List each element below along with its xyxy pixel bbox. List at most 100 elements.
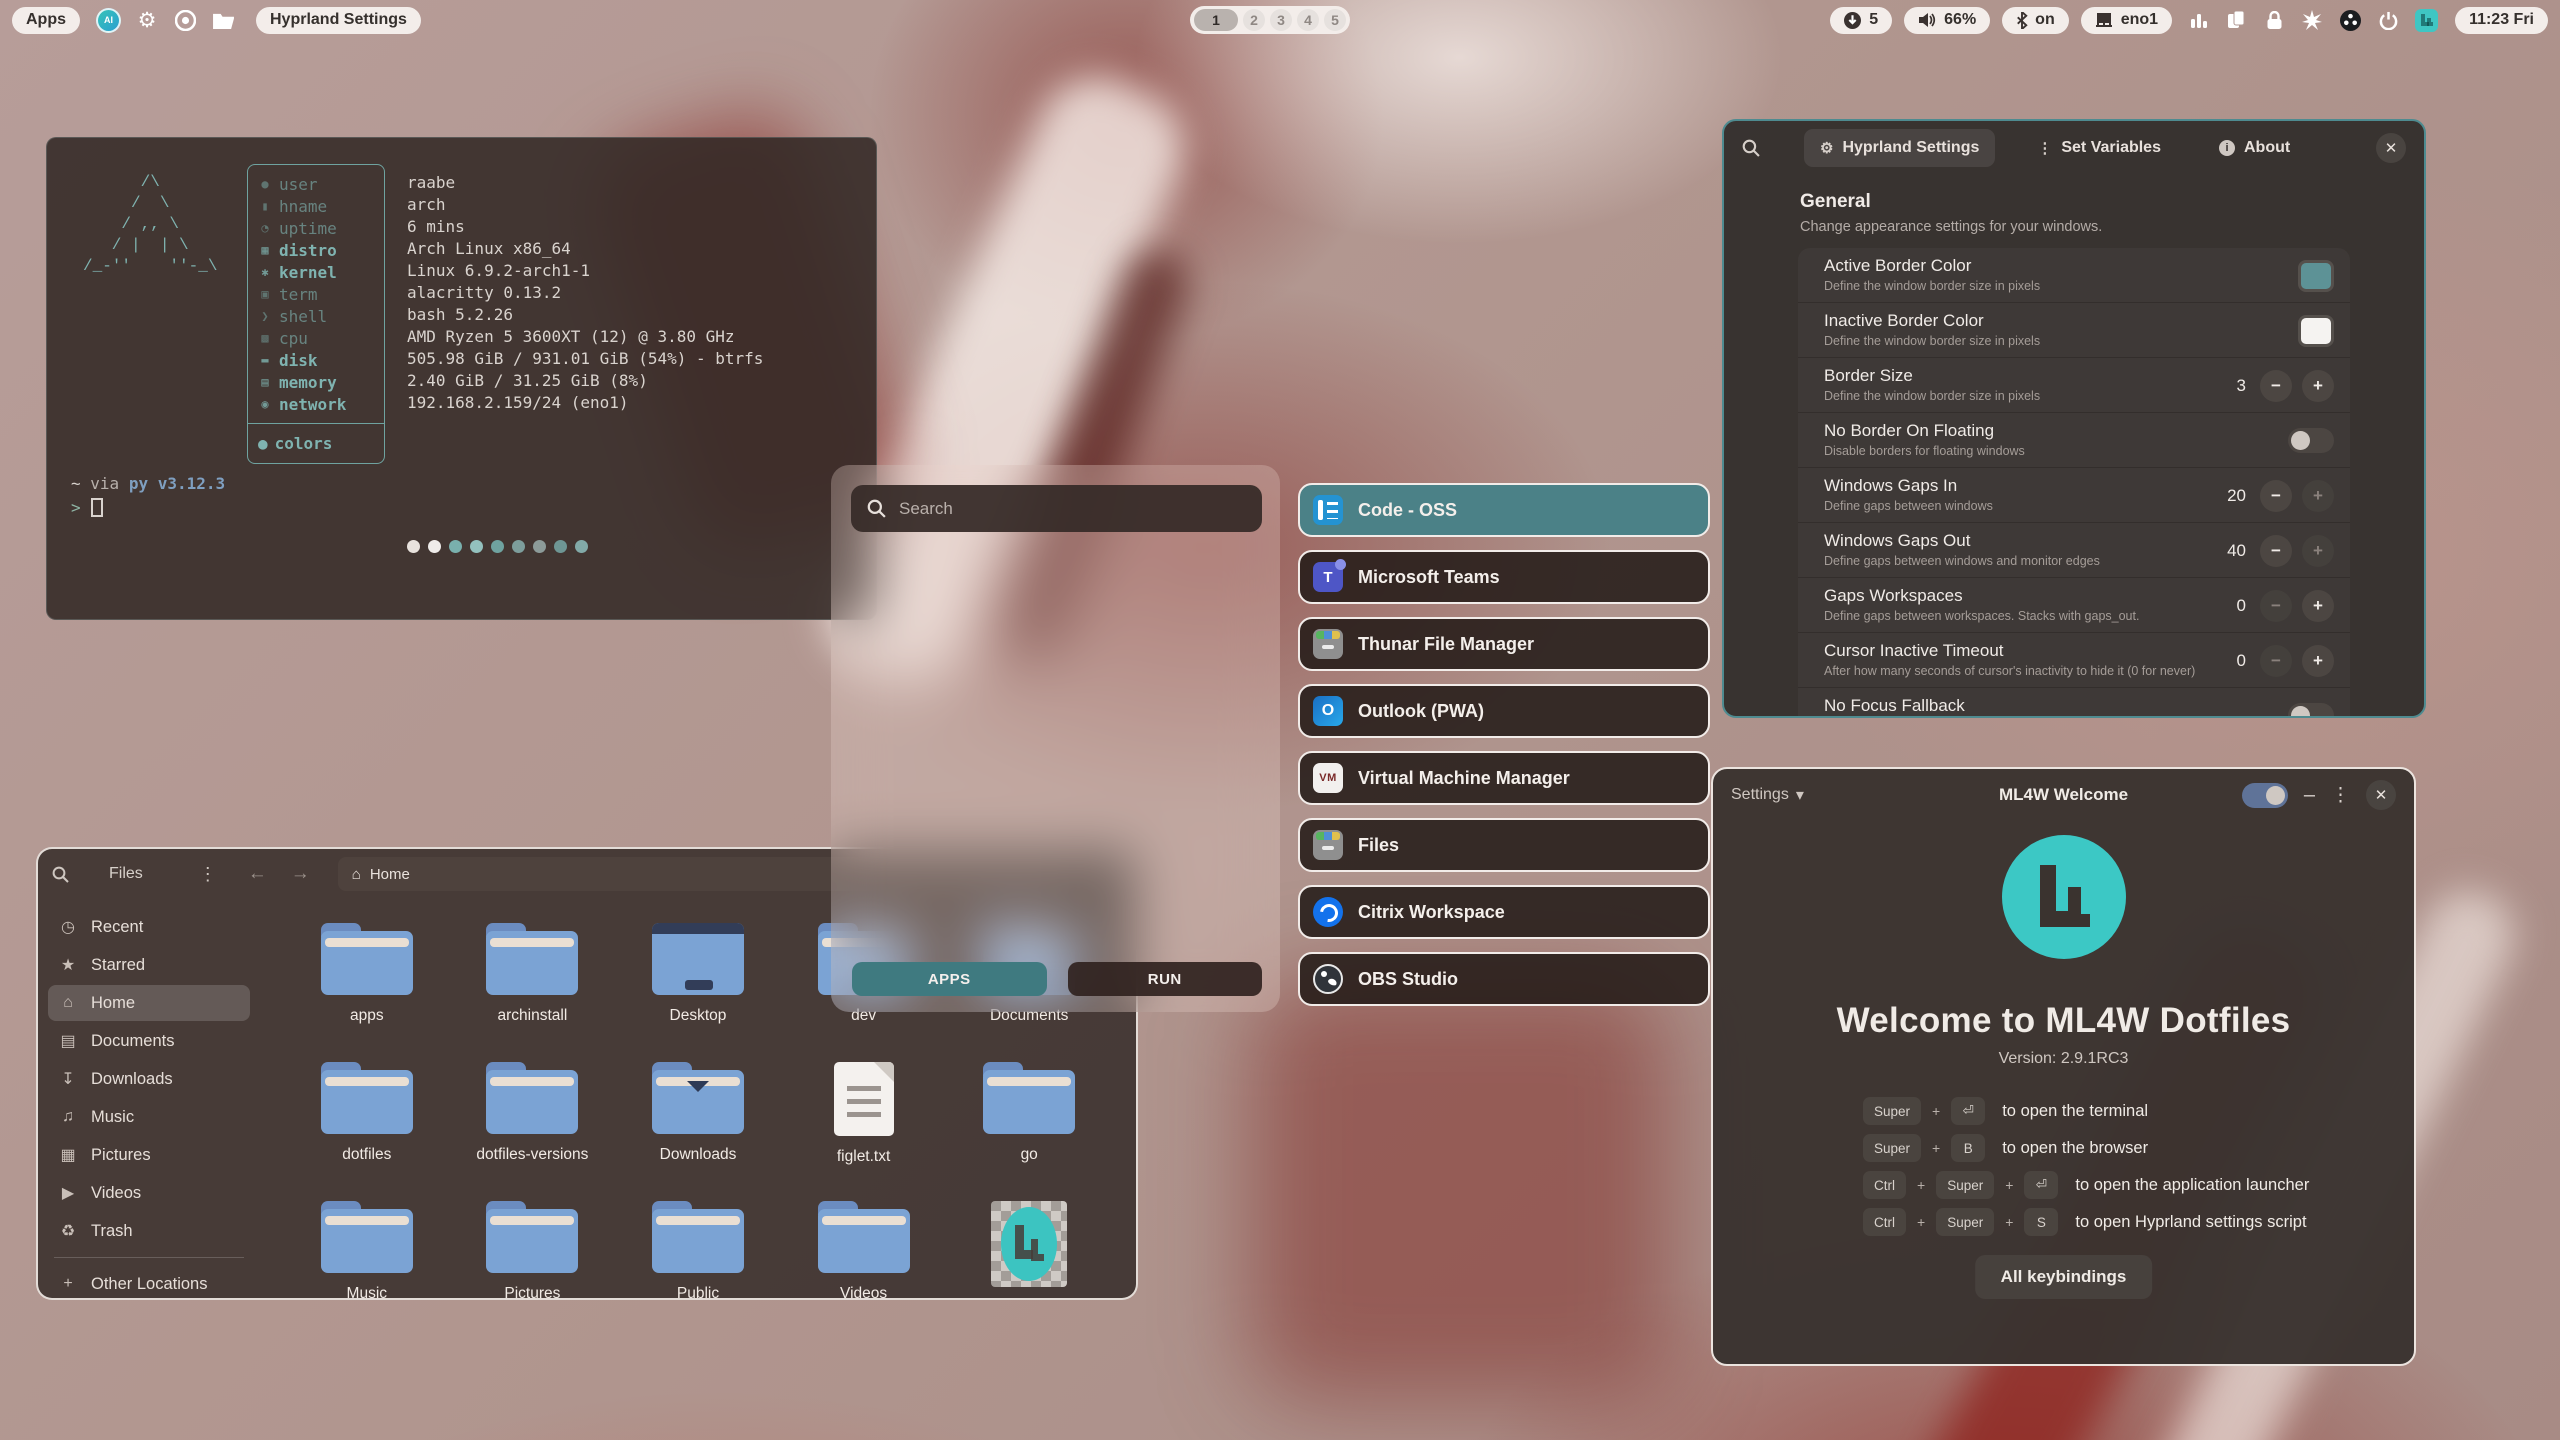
increase-button[interactable]: + bbox=[2302, 645, 2334, 677]
sidebar-item-starred[interactable]: ★Starred bbox=[48, 947, 250, 983]
browser-icon[interactable] bbox=[173, 8, 197, 32]
file-item-ml4w[interactable]: ml4w bbox=[946, 1193, 1112, 1300]
minimize-icon[interactable]: – bbox=[2304, 784, 2315, 807]
sidebar-item-other-locations[interactable]: +Other Locations bbox=[48, 1266, 250, 1300]
sidebar-item-pictures[interactable]: ▦Pictures bbox=[48, 1137, 250, 1173]
increase-button[interactable]: + bbox=[2302, 535, 2334, 567]
launcher-search-input[interactable]: Search bbox=[851, 485, 1262, 532]
file-item-dotfiles-versions[interactable]: dotfiles-versions bbox=[450, 1054, 616, 1193]
shell-icon: ❯ bbox=[258, 309, 272, 323]
close-icon[interactable]: ✕ bbox=[2366, 780, 2396, 810]
tab-set-variables[interactable]: ⋮Set Variables bbox=[2021, 129, 2177, 167]
obs-icon[interactable] bbox=[2338, 8, 2362, 32]
app-item-microsoft-teams[interactable]: TMicrosoft Teams bbox=[1298, 550, 1710, 604]
sidebar-item-recent[interactable]: ◷Recent bbox=[48, 909, 250, 945]
decrease-button[interactable]: − bbox=[2260, 480, 2292, 512]
kebab-menu-icon[interactable]: ⋮ bbox=[2331, 784, 2350, 807]
app-item-virtual-machine-manager[interactable]: VMVirtual Machine Manager bbox=[1298, 751, 1710, 805]
file-item-pictures[interactable]: Pictures bbox=[450, 1193, 616, 1300]
launcher-tab-run[interactable]: RUN bbox=[1068, 962, 1263, 996]
file-item-apps[interactable]: apps bbox=[284, 915, 450, 1054]
burst-icon[interactable] bbox=[2300, 8, 2324, 32]
increase-button[interactable]: + bbox=[2302, 590, 2334, 622]
file-item-label: Public bbox=[677, 1285, 719, 1300]
search-icon[interactable] bbox=[1742, 139, 1760, 157]
toggle-switch[interactable] bbox=[2288, 428, 2334, 453]
welcome-settings-menu[interactable]: Settings▾ bbox=[1731, 785, 1804, 805]
file-item-desktop[interactable]: Desktop bbox=[615, 915, 781, 1054]
drawer-app-icon bbox=[1313, 629, 1343, 659]
settings-section-subheading: Change appearance settings for your wind… bbox=[1800, 219, 2102, 235]
decrease-button[interactable]: − bbox=[2260, 590, 2292, 622]
fetch-value-distro: Arch Linux x86_64 bbox=[407, 238, 763, 260]
decrease-button[interactable]: − bbox=[2260, 370, 2292, 402]
all-keybindings-button[interactable]: All keybindings bbox=[1975, 1255, 2153, 1299]
workspace-3[interactable]: 3 bbox=[1270, 9, 1292, 31]
starred-icon: ★ bbox=[58, 955, 78, 975]
workspace-1[interactable]: 1 bbox=[1194, 9, 1238, 31]
volume-indicator[interactable]: 66% bbox=[1904, 7, 1990, 34]
app-item-outlook-pwa-[interactable]: OOutlook (PWA) bbox=[1298, 684, 1710, 738]
ml4w-welcome-window[interactable]: Settings▾ ML4W Welcome – ⋮ ✕ Welcome to … bbox=[1711, 767, 2416, 1366]
increase-button[interactable]: + bbox=[2302, 370, 2334, 402]
videos-icon: ▶ bbox=[58, 1183, 78, 1203]
fetch-value-disk: 505.98 GiB / 931.01 GiB (54%) - btrfs bbox=[407, 348, 763, 370]
hyprland-settings-window[interactable]: ⚙Hyprland Settings ⋮Set Variables iAbout ✕… bbox=[1722, 119, 2426, 718]
clock[interactable]: 11:23 Fri bbox=[2455, 7, 2548, 34]
file-item-public[interactable]: Public bbox=[615, 1193, 781, 1300]
file-item-dotfiles[interactable]: dotfiles bbox=[284, 1054, 450, 1193]
workspace-2[interactable]: 2 bbox=[1243, 9, 1265, 31]
sidebar-item-home[interactable]: ⌂Home bbox=[48, 985, 250, 1021]
workspace-5[interactable]: 5 bbox=[1324, 9, 1346, 31]
sidebar-item-trash[interactable]: ♻Trash bbox=[48, 1213, 250, 1249]
toggle-switch[interactable] bbox=[2288, 703, 2334, 718]
ml4w-icon[interactable] bbox=[2414, 8, 2438, 32]
network-indicator[interactable]: eno1 bbox=[2081, 7, 2172, 34]
folder-icon bbox=[652, 1201, 744, 1273]
app-item-code-oss[interactable]: Code - OSS bbox=[1298, 483, 1710, 537]
gear-icon[interactable]: ⚙ bbox=[135, 8, 159, 32]
workspace-4[interactable]: 4 bbox=[1297, 9, 1319, 31]
lock-icon[interactable] bbox=[2262, 8, 2286, 32]
apps-menu-button[interactable]: Apps bbox=[12, 7, 80, 34]
file-manager-icon[interactable] bbox=[211, 8, 235, 32]
sidebar-item-documents[interactable]: ▤Documents bbox=[48, 1023, 250, 1059]
app-item-files[interactable]: Files bbox=[1298, 818, 1710, 872]
increase-button[interactable]: + bbox=[2302, 480, 2334, 512]
updates-indicator[interactable]: 5 bbox=[1830, 7, 1892, 34]
sidebar-item-downloads[interactable]: ↧Downloads bbox=[48, 1061, 250, 1097]
decrease-button[interactable]: − bbox=[2260, 535, 2292, 567]
color-swatch-button[interactable] bbox=[2298, 315, 2334, 347]
app-item-citrix-workspace[interactable]: Citrix Workspace bbox=[1298, 885, 1710, 939]
tab-about[interactable]: iAbout bbox=[2203, 129, 2306, 167]
ai-assistant-icon[interactable]: AI bbox=[96, 8, 121, 33]
stats-icon[interactable] bbox=[2186, 8, 2210, 32]
launcher-tab-apps[interactable]: APPS bbox=[852, 962, 1047, 996]
sidebar-item-music[interactable]: ♫Music bbox=[48, 1099, 250, 1135]
keybind-description: to open the application launcher bbox=[2075, 1176, 2309, 1195]
decrease-button[interactable]: − bbox=[2260, 645, 2292, 677]
active-window-title[interactable]: Hyprland Settings bbox=[256, 7, 421, 34]
app-item-obs-studio[interactable]: OBS Studio bbox=[1298, 952, 1710, 1006]
bluetooth-indicator[interactable]: on bbox=[2002, 7, 2069, 34]
power-icon[interactable] bbox=[2376, 8, 2400, 32]
file-item-figlet-txt[interactable]: figlet.txt bbox=[781, 1054, 947, 1193]
back-button[interactable]: ← bbox=[248, 863, 267, 885]
file-item-music[interactable]: Music bbox=[284, 1193, 450, 1300]
close-icon[interactable]: ✕ bbox=[2376, 133, 2406, 163]
forward-button[interactable]: → bbox=[291, 863, 310, 885]
autostart-toggle[interactable] bbox=[2242, 783, 2288, 808]
color-swatch-button[interactable] bbox=[2298, 260, 2334, 292]
app-item-thunar-file-manager[interactable]: Thunar File Manager bbox=[1298, 617, 1710, 671]
search-icon[interactable] bbox=[52, 866, 69, 883]
file-item-go[interactable]: go bbox=[946, 1054, 1112, 1193]
kebab-menu-icon[interactable]: ⋮ bbox=[199, 864, 218, 885]
file-item-downloads[interactable]: Downloads bbox=[615, 1054, 781, 1193]
tab-hyprland-settings[interactable]: ⚙Hyprland Settings bbox=[1804, 129, 1995, 167]
clipboard-icon[interactable] bbox=[2224, 8, 2248, 32]
file-item-archinstall[interactable]: archinstall bbox=[450, 915, 616, 1054]
terminal-window[interactable]: /\ / \ / ,, \ / | | \ /_-'' ''-_\ ●user▮… bbox=[46, 137, 877, 620]
obs-app-icon bbox=[1313, 964, 1343, 994]
file-item-videos[interactable]: Videos bbox=[781, 1193, 947, 1300]
sidebar-item-videos[interactable]: ▶Videos bbox=[48, 1175, 250, 1211]
